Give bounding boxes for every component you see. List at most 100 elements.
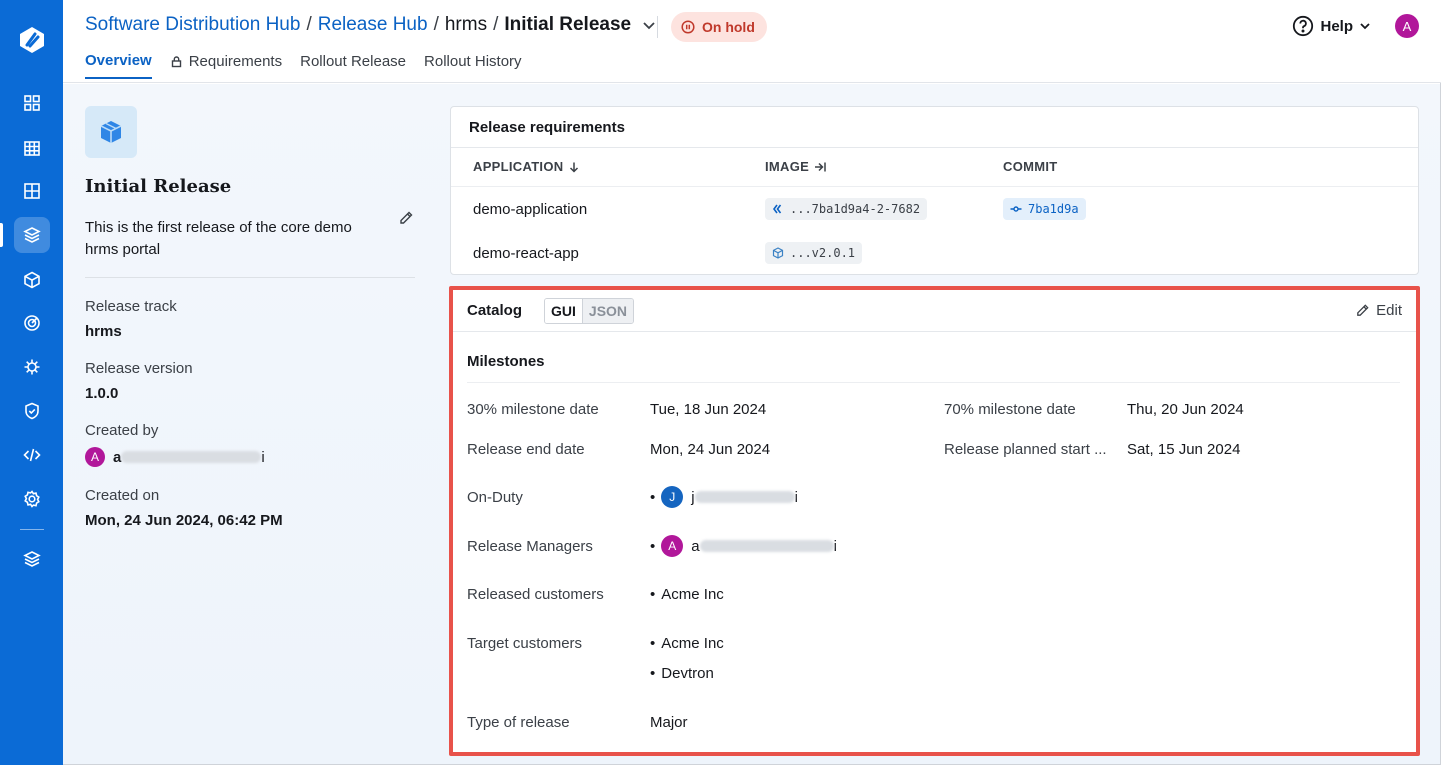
release-hub-icon[interactable] <box>0 217 63 253</box>
sort-arrow-down-icon <box>570 162 579 173</box>
release-end-label: Release end date <box>467 441 585 458</box>
view-mode-toggle: GUI JSON <box>544 297 635 324</box>
milestone-70-value: Thu, 20 Jun 2024 <box>1127 401 1244 418</box>
planned-start-label: Release planned start ... <box>944 441 1107 458</box>
tab-bar: Overview Requirements Rollout Release Ro… <box>85 52 522 79</box>
arrow-right-bar-icon <box>815 162 826 171</box>
release-version-label: Release version <box>85 360 193 377</box>
avatar: A <box>85 447 105 467</box>
planned-start-value: Sat, 15 Jun 2024 <box>1127 441 1241 458</box>
breadcrumb-software-distribution-hub[interactable]: Software Distribution Hub <box>85 14 300 36</box>
redacted-email <box>699 540 834 552</box>
lock-icon <box>171 56 181 68</box>
tab-rollout-release[interactable]: Rollout Release <box>300 52 406 79</box>
milestones-divider <box>467 382 1400 383</box>
release-box-icon <box>85 106 137 158</box>
tab-requirements[interactable]: Requirements <box>170 52 282 79</box>
column-commit: COMMIT <box>1003 159 1058 174</box>
redacted-email <box>121 451 262 463</box>
release-description: This is the first release of the core de… <box>85 219 352 258</box>
commit-hash-chip[interactable]: 7ba1d9a <box>1003 198 1086 220</box>
released-customers-label: Released customers <box>467 586 604 603</box>
breadcrumb-current-release: Initial Release <box>504 14 632 35</box>
breadcrumb-release-track: hrms <box>444 14 488 35</box>
catalog-header: Catalog GUI JSON Edit <box>453 290 1416 332</box>
release-info-panel: Initial Release This is the first releas… <box>85 106 415 529</box>
release-track-label: Release track <box>85 298 177 315</box>
header-separator <box>657 16 658 38</box>
release-end-value: Mon, 24 Jun 2024 <box>650 441 771 458</box>
edit-catalog-button[interactable]: Edit <box>1355 302 1402 319</box>
info-divider <box>85 277 415 278</box>
created-on-label: Created on <box>85 487 160 504</box>
bug-icon[interactable] <box>0 349 63 385</box>
catalog-title: Catalog <box>467 302 523 319</box>
sidebar-divider <box>20 529 44 530</box>
milestone-70-label: 70% milestone date <box>944 401 1076 418</box>
breadcrumb: Software Distribution Hub / Release Hub … <box>85 14 657 36</box>
target-icon[interactable] <box>0 305 63 341</box>
redacted-email <box>694 491 795 503</box>
settings-gear-icon[interactable] <box>0 481 63 517</box>
release-version-value: 1.0.0 <box>85 385 119 402</box>
tab-rollout-history[interactable]: Rollout History <box>424 52 522 79</box>
target-customer-item: • Devtron <box>650 665 714 682</box>
avatar: A <box>661 535 684 557</box>
table-row-application[interactable]: demo-react-app <box>473 245 579 262</box>
stack-layers-icon[interactable] <box>0 541 63 577</box>
column-application[interactable]: APPLICATION <box>473 159 580 174</box>
edit-pencil-icon[interactable] <box>398 210 414 226</box>
apps-grid-icon[interactable] <box>0 85 63 121</box>
table-grid-icon[interactable] <box>0 130 63 166</box>
package-icon <box>772 247 784 259</box>
user-avatar[interactable]: A <box>1395 14 1419 38</box>
milestone-30-label: 30% milestone date <box>467 401 599 418</box>
app-sidebar <box>0 0 63 765</box>
gui-mode-button[interactable]: GUI <box>545 298 583 323</box>
package-icon[interactable] <box>0 262 63 298</box>
dashboard-icon[interactable] <box>0 173 63 209</box>
tab-overview[interactable]: Overview <box>85 52 152 79</box>
requirements-title: Release requirements <box>451 107 1418 148</box>
main-content: Initial Release This is the first releas… <box>63 84 1440 764</box>
release-requirements-card: Release requirements APPLICATION IMAGE C… <box>450 106 1419 275</box>
table-row-application[interactable]: demo-application <box>473 201 587 218</box>
help-circle-icon <box>1293 15 1314 37</box>
created-by-label: Created by <box>85 422 159 439</box>
pause-circle-icon <box>681 20 695 34</box>
table-header-divider <box>451 186 1418 187</box>
release-managers-label: Release Managers <box>467 538 593 555</box>
created-by-value: A ai <box>85 447 415 467</box>
on-duty-value: • J ji <box>650 486 798 508</box>
image-tag-chip[interactable]: ...7ba1d9a4-2-7682 <box>765 198 928 220</box>
json-mode-button[interactable]: JSON <box>582 298 634 323</box>
release-type-label: Type of release <box>467 714 570 731</box>
devtron-logo-icon[interactable] <box>16 24 48 56</box>
code-icon[interactable] <box>0 437 63 473</box>
edit-pencil-icon <box>1357 304 1369 316</box>
shield-icon[interactable] <box>0 393 63 429</box>
release-track-value: hrms <box>85 323 122 340</box>
release-type-value: Major <box>650 714 688 731</box>
created-on-value: Mon, 24 Jun 2024, 06:42 PM <box>85 512 283 529</box>
column-image[interactable]: IMAGE <box>765 159 826 174</box>
image-tag-chip[interactable]: ...v2.0.1 <box>765 242 863 264</box>
milestone-30-value: Tue, 18 Jun 2024 <box>650 401 767 418</box>
chevron-down-icon <box>1360 23 1370 30</box>
git-commit-icon <box>1010 206 1022 212</box>
milestones-heading: Milestones <box>467 353 545 370</box>
devtron-icon <box>773 204 782 214</box>
status-badge[interactable]: On hold <box>671 12 767 42</box>
help-menu[interactable]: Help <box>1292 15 1371 37</box>
target-customer-item: • Acme Inc <box>650 635 724 652</box>
released-customer-item: • Acme Inc <box>650 586 724 603</box>
release-managers-value: • A ai <box>650 535 837 557</box>
breadcrumb-release-hub[interactable]: Release Hub <box>318 14 428 36</box>
catalog-card: Catalog GUI JSON Edit Milestones 30% mil… <box>453 290 1416 752</box>
page-header: Software Distribution Hub / Release Hub … <box>63 0 1441 83</box>
avatar: J <box>661 486 684 508</box>
status-label: On hold <box>702 19 755 35</box>
chevron-down-icon[interactable] <box>641 17 657 33</box>
release-title: Initial Release <box>85 176 232 197</box>
target-customers-label: Target customers <box>467 635 583 652</box>
